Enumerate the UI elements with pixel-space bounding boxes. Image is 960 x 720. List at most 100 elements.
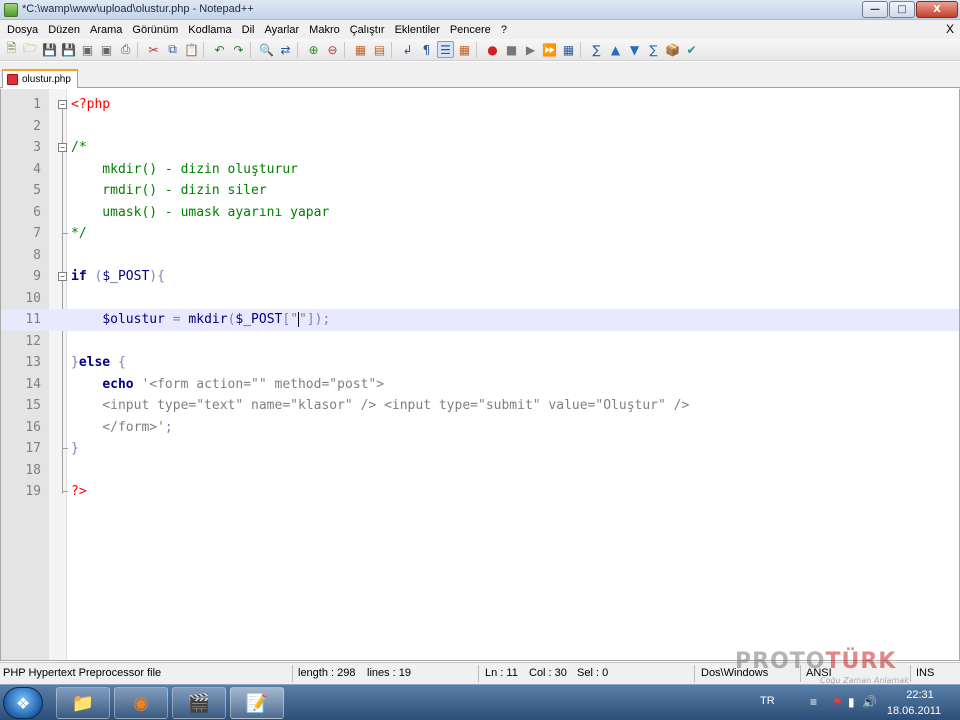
code-line[interactable]: 6 umask() - umask ayarını yapar	[1, 202, 959, 224]
close-all-icon[interactable]: ▣	[98, 41, 115, 58]
menu-help[interactable]: ?	[496, 24, 512, 36]
spell-icon[interactable]: ∑	[588, 41, 605, 58]
tray-flag-icon[interactable]: ⚑	[832, 695, 843, 709]
save-macro-icon[interactable]: ▦	[560, 41, 577, 58]
line-number: 19	[25, 484, 41, 500]
taskbar-explorer[interactable]: 📁	[56, 687, 110, 719]
code-token: }	[71, 355, 79, 371]
code-token: $_POST	[235, 312, 283, 328]
menu-run[interactable]: Çalıştır	[345, 24, 390, 36]
code-line[interactable]: 18	[1, 460, 959, 482]
volume-icon[interactable]: 🔊	[862, 695, 877, 709]
redo-icon[interactable]: ↷	[230, 41, 247, 58]
menu-file[interactable]: Dosya	[2, 24, 43, 36]
save-icon[interactable]: 💾	[41, 41, 58, 58]
code-text: </form>';	[71, 420, 172, 435]
new-file-icon[interactable]: 🗎	[3, 41, 20, 58]
code-line[interactable]: 12	[1, 331, 959, 353]
menu-window[interactable]: Pencere	[445, 24, 496, 36]
system-tray: TR ≡ ⚑ ▮ 🔊 22:31 18.06.2011	[750, 685, 960, 720]
clock-time[interactable]: 22:31	[896, 689, 944, 701]
code-line[interactable]: 7 */	[1, 223, 959, 245]
replace-icon[interactable]: ⇄	[277, 41, 294, 58]
plugin-icon[interactable]: 📦	[664, 41, 681, 58]
up-icon[interactable]: ▲	[607, 41, 624, 58]
zoom-out-icon[interactable]: ⊖	[324, 41, 341, 58]
zoom-in-icon[interactable]: ⊕	[305, 41, 322, 58]
code-line[interactable]: 15 <input type="text" name="klasor" /> <…	[1, 395, 959, 417]
word-wrap-icon[interactable]: ↲	[399, 41, 416, 58]
menu-language[interactable]: Dil	[237, 24, 260, 36]
line-number: 8	[33, 247, 41, 263]
record-macro-icon[interactable]: ●	[484, 41, 501, 58]
stop-macro-icon[interactable]: ■	[503, 41, 520, 58]
fold-toggle-icon[interactable]: −	[58, 143, 67, 153]
line-number: 15	[25, 398, 41, 414]
undo-icon[interactable]: ↶	[211, 41, 228, 58]
notepadpp-icon	[4, 3, 18, 17]
down-icon[interactable]: ▼	[626, 41, 643, 58]
code-line[interactable]: 5 rmdir() - dizin siler	[1, 180, 959, 202]
play-macro-icon[interactable]: ▶	[522, 41, 539, 58]
code-line[interactable]: 9 − if ($_POST){	[1, 266, 959, 288]
code-line[interactable]: 17}	[1, 438, 959, 460]
code-editor[interactable]: 1− <?php 2 3−/* 4 mkdir() - dizin oluşturur 5…	[0, 89, 960, 661]
all-chars-icon[interactable]: ¶	[418, 41, 435, 58]
code-line[interactable]: 8	[1, 245, 959, 267]
close-icon[interactable]: ▣	[79, 41, 96, 58]
fold-icon[interactable]: ▦	[456, 41, 473, 58]
code-line[interactable]: 4 mkdir() - dizin oluşturur	[1, 159, 959, 181]
minimize-button[interactable]: —	[862, 1, 888, 18]
tray-signal-icon[interactable]: ▮	[848, 695, 855, 709]
menu-encoding[interactable]: Kodlama	[183, 24, 236, 36]
clock-date[interactable]: 18.06.2011	[882, 705, 946, 717]
code-line[interactable]: 16 </form>';	[1, 417, 959, 439]
copy-icon[interactable]: ⧉	[164, 41, 181, 58]
run-macro-multiple-icon[interactable]: ⏩	[541, 41, 558, 58]
code-line[interactable]: 13}else {	[1, 352, 959, 374]
save-all-icon[interactable]: 💾	[60, 41, 77, 58]
indent-guide-icon[interactable]: ☰	[437, 41, 454, 58]
cut-icon[interactable]: ✂	[145, 41, 162, 58]
check-icon[interactable]: ✔	[683, 41, 700, 58]
close-button[interactable]: X	[916, 1, 958, 18]
code-line[interactable]: 3 −/*	[1, 137, 959, 159]
code-text: mkdir() - dizin oluşturur	[71, 162, 298, 177]
code-line[interactable]: 1 − <?php	[1, 94, 959, 116]
code-line[interactable]: 19 ?>	[1, 481, 959, 503]
menu-plugins[interactable]: Eklentiler	[390, 24, 445, 36]
taskbar-firefox[interactable]: ◉	[114, 687, 168, 719]
status-length: length : 298	[298, 667, 356, 679]
line-number: 6	[33, 204, 41, 220]
print-icon[interactable]: ⎙	[117, 41, 134, 58]
code-line[interactable]: 2	[1, 116, 959, 138]
menu-view[interactable]: Görünüm	[127, 24, 183, 36]
close-document-button[interactable]: X	[946, 22, 954, 36]
fold-toggle-icon[interactable]: −	[58, 272, 67, 282]
toolbar-separator	[344, 41, 349, 58]
menu-macro[interactable]: Makro	[304, 24, 345, 36]
tab-olustur[interactable]: olustur.php	[2, 69, 78, 88]
menu-search[interactable]: Arama	[85, 24, 127, 36]
fold-toggle-icon[interactable]: −	[58, 100, 67, 110]
sync-vertical-icon[interactable]: ▦	[352, 41, 369, 58]
line-number: 5	[33, 183, 41, 199]
sync-horizontal-icon[interactable]: ▤	[371, 41, 388, 58]
open-file-icon[interactable]: 🗁	[22, 41, 39, 58]
paste-icon[interactable]: 📋	[183, 41, 200, 58]
find-icon[interactable]: 🔍	[258, 41, 275, 58]
code-text: }	[71, 441, 79, 456]
start-button[interactable]: ❖	[3, 687, 43, 719]
code-line[interactable]: 10	[1, 288, 959, 310]
maximize-button[interactable]: □	[889, 1, 915, 18]
menu-settings[interactable]: Ayarlar	[260, 24, 305, 36]
taskbar-notepadpp[interactable]: 📝	[230, 687, 284, 719]
bookmark-icon[interactable]: ∑	[645, 41, 662, 58]
language-indicator[interactable]: TR	[760, 695, 775, 707]
toolbar: 🗎 🗁 💾 💾 ▣ ▣ ⎙ ✂ ⧉ 📋 ↶ ↷ 🔍 ⇄ ⊕ ⊖ ▦ ▤ ↲ ¶ …	[0, 39, 960, 61]
menu-edit[interactable]: Düzen	[43, 24, 85, 36]
code-line[interactable]: 14 echo '<form action="" method="post">	[1, 374, 959, 396]
tray-network-icon[interactable]: ≡	[810, 695, 817, 709]
code-line[interactable]: 11 $olustur = mkdir($_POST[""]);	[1, 309, 959, 331]
taskbar-media[interactable]: 🎬	[172, 687, 226, 719]
